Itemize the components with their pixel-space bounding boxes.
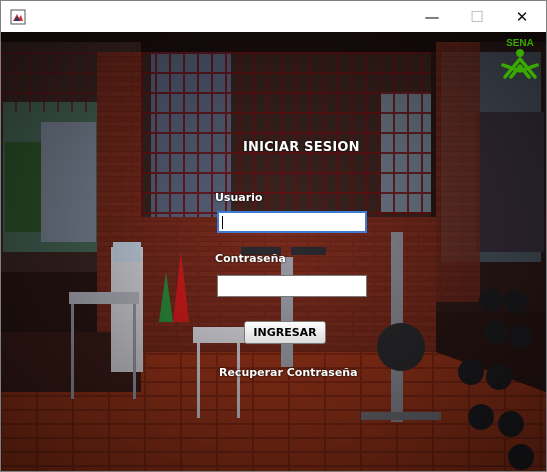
text-caret: [222, 216, 223, 229]
login-button[interactable]: INGRESAR: [244, 321, 326, 344]
java-cup-icon: [10, 9, 26, 25]
close-button[interactable]: ✕: [499, 1, 545, 32]
password-input[interactable]: [217, 275, 367, 297]
title-bar: — ☐ ✕: [1, 1, 546, 32]
password-label: Contraseña: [215, 252, 286, 265]
maximize-button[interactable]: ☐: [454, 1, 500, 32]
login-window: — ☐ ✕ SENA INICIAR SESION Usuario Contra…: [0, 0, 547, 472]
minimize-button[interactable]: —: [409, 1, 455, 32]
username-input[interactable]: [217, 211, 367, 233]
login-title: INICIAR SESION: [243, 140, 360, 155]
svg-text:SENA: SENA: [506, 38, 534, 49]
recover-password-link[interactable]: Recuperar Contraseña: [219, 366, 358, 379]
login-panel: SENA INICIAR SESION Usuario Contraseña I…: [1, 32, 546, 471]
sena-logo: SENA: [501, 38, 539, 79]
username-label: Usuario: [215, 191, 263, 204]
